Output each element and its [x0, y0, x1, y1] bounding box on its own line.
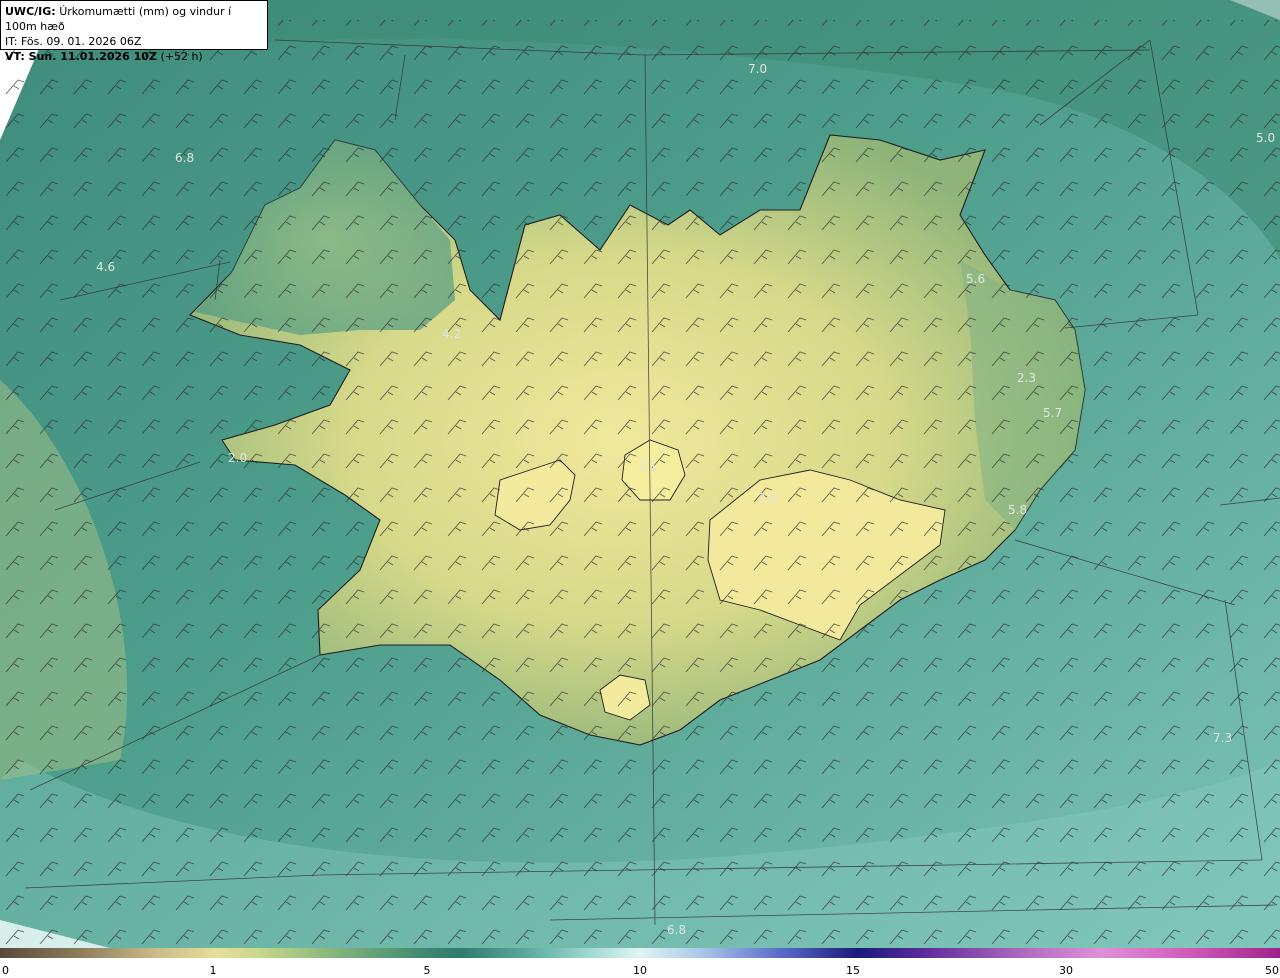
colorbar-tick: 10 [633, 964, 647, 977]
colorbar-tick: 50 [1265, 964, 1279, 977]
map-value: 2.1 [638, 459, 657, 473]
map-value: 5.6 [966, 272, 985, 286]
colorbar-tick: 1 [209, 964, 217, 977]
precipitation-colorbar [0, 948, 1280, 958]
map-value: 2.0 [228, 451, 247, 465]
title-line: UWC/IG: Úrkomumætti (mm) og vindur í 100… [5, 4, 263, 34]
map-value: 6.8 [667, 923, 686, 937]
map-value: 5.7 [1043, 406, 1062, 420]
colorbar-tick: 15 [846, 964, 860, 977]
lead-time: (+52 h) [160, 50, 203, 63]
map-value: 5.0 [1256, 131, 1275, 145]
colorbar-tick: 5 [423, 964, 431, 977]
map-value: 4.6 [96, 260, 115, 274]
map-value: 4.2 [442, 327, 461, 341]
valid-time: VT: Sun. 11.01.2026 10Z [5, 50, 157, 63]
map-info-box: UWC/IG: Úrkomumætti (mm) og vindur í 100… [0, 0, 268, 63]
map-value: 2.0 [758, 491, 777, 505]
map-value: 7.0 [748, 62, 767, 76]
colorbar-tick: 30 [1059, 964, 1073, 977]
colorbar-tick: 0 [2, 964, 9, 977]
forecast-map[interactable]: 7.0 5.0 6.8 4.6 4.2 5.6 2.3 5.7 2.0 2.1 … [0, 0, 1280, 948]
map-value: 5.8 [1008, 503, 1027, 517]
issue-time: IT: Fös. 09. 01. 2026 06Z [5, 35, 142, 48]
map-value: 6.8 [175, 151, 194, 165]
map-value: 7.3 [1213, 731, 1232, 745]
model-label: UWC/IG: [5, 5, 56, 18]
map-value: 2.3 [1017, 371, 1036, 385]
valid-time-line: VT: Sun. 11.01.2026 10Z (+52 h) [5, 49, 263, 64]
